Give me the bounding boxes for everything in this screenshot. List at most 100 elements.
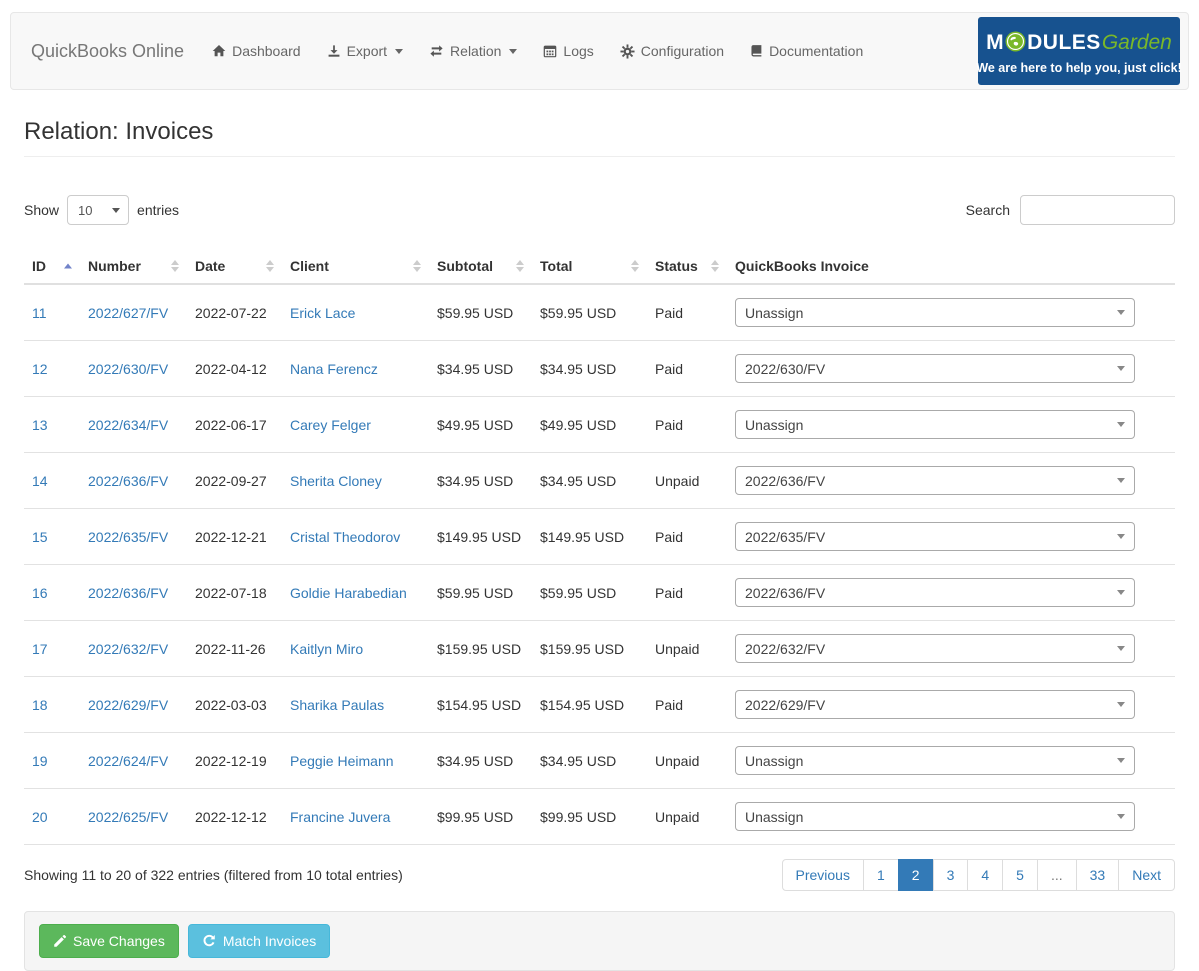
invoice-number-link[interactable]: 2022/627/FV [88,305,168,321]
invoice-status: Unpaid [647,620,727,677]
table-row: 14 2022/636/FV 2022-09-27 Sherita Cloney… [24,452,1175,509]
invoice-status: Unpaid [647,788,727,845]
invoice-id-link[interactable]: 20 [32,809,48,825]
invoice-id-link[interactable]: 14 [32,473,48,489]
nav-item-relation[interactable]: Relation [429,43,518,59]
chevron-down-icon [509,48,518,54]
invoice-id-link[interactable]: 19 [32,753,48,769]
client-link[interactable]: Erick Lace [290,305,355,321]
invoice-number-link[interactable]: 2022/636/FV [88,585,168,601]
quickbooks-invoice-select[interactable]: Unassign [735,802,1135,831]
quickbooks-invoice-select[interactable]: 2022/630/FV [735,354,1135,383]
quickbooks-invoice-select[interactable]: Unassign [735,410,1135,439]
invoice-date: 2022-12-19 [187,732,282,789]
banner-text: DULES [1027,30,1101,54]
invoice-id-link[interactable]: 11 [32,305,47,321]
column-header-number[interactable]: Number [80,249,187,285]
pagination-button-previous[interactable]: Previous [781,859,864,891]
client-link[interactable]: Nana Ferencz [290,361,378,377]
nav-item-documentation[interactable]: Documentation [750,43,863,59]
quickbooks-invoice-select[interactable]: 2022/636/FV [735,578,1135,607]
client-link[interactable]: Sherita Cloney [290,473,382,489]
invoice-subtotal: $159.95 USD [429,620,532,677]
show-label: Show [24,202,60,218]
search-input[interactable] [1020,195,1175,225]
invoice-total: $34.95 USD [532,732,647,789]
pagination-button-3[interactable]: 3 [932,859,969,891]
pagination-button-2[interactable]: 2 [897,859,934,891]
sort-asc-icon [64,263,72,269]
invoice-id-link[interactable]: 12 [32,361,48,377]
invoice-total: $34.95 USD [532,452,647,509]
nav-item-logs[interactable]: Logs [543,43,594,59]
column-header-client[interactable]: Client [282,249,429,285]
client-link[interactable]: Francine Juvera [290,809,390,825]
column-header-date[interactable]: Date [187,249,282,285]
nav-item-configuration[interactable]: Configuration [620,43,724,59]
client-link[interactable]: Kaitlyn Miro [290,641,363,657]
chevron-down-icon [1117,422,1125,427]
invoice-id-link[interactable]: 15 [32,529,48,545]
invoice-id-link[interactable]: 18 [32,697,48,713]
exchange-icon [429,44,444,58]
column-header-subtotal[interactable]: Subtotal [429,249,532,285]
invoice-id-link[interactable]: 13 [32,417,48,433]
save-changes-button[interactable]: Save Changes [39,924,179,958]
quickbooks-invoice-select[interactable]: 2022/629/FV [735,690,1135,719]
invoice-status: Paid [647,564,727,621]
app-brand[interactable]: QuickBooks Online [31,41,184,62]
invoice-subtotal: $34.95 USD [429,452,532,509]
pagination-button-4[interactable]: 4 [967,859,1004,891]
invoice-subtotal: $49.95 USD [429,396,532,453]
page-size-select[interactable]: 10 [67,195,130,225]
quickbooks-invoice-select[interactable]: Unassign [735,298,1135,327]
invoice-number-link[interactable]: 2022/635/FV [88,529,168,545]
match-invoices-button[interactable]: Match Invoices [187,924,331,958]
search-label: Search [965,202,1010,218]
invoice-number-link[interactable]: 2022/629/FV [88,697,168,713]
invoice-number-link[interactable]: 2022/636/FV [88,473,168,489]
page-title: Relation: Invoices [24,118,214,145]
quickbooks-invoice-select[interactable]: 2022/632/FV [735,634,1135,663]
column-header-status[interactable]: Status [647,249,727,285]
column-header-total[interactable]: Total [532,249,647,285]
client-link[interactable]: Carey Felger [290,417,371,433]
invoice-number-link[interactable]: 2022/625/FV [88,809,168,825]
table-controls: Show 10 entries Search [24,195,1175,225]
invoice-number-link[interactable]: 2022/634/FV [88,417,168,433]
table-header-row: ID Number Date Client Subtotal Total Sta… [24,249,1175,285]
client-link[interactable]: Peggie Heimann [290,753,394,769]
modulesgarden-banner[interactable]: M DULES Garden We are here to help you, … [976,17,1182,85]
invoice-number-link[interactable]: 2022/630/FV [88,361,168,377]
client-link[interactable]: Cristal Theodorov [290,529,400,545]
column-header-quickbooks-invoice: QuickBooks Invoice [727,249,1175,285]
chevron-down-icon [1117,478,1125,483]
invoice-total: $34.95 USD [532,340,647,397]
invoice-number-link[interactable]: 2022/624/FV [88,753,168,769]
invoice-subtotal: $154.95 USD [429,676,532,733]
match-invoices-label: Match Invoices [222,933,317,949]
pagination-ellipsis: ... [1036,859,1077,891]
pagination-button-33[interactable]: 33 [1075,859,1120,891]
chevron-down-icon [1117,814,1125,819]
pagination-button-5[interactable]: 5 [1002,859,1038,891]
nav-item-dashboard[interactable]: Dashboard [212,43,301,59]
invoice-id-link[interactable]: 17 [32,641,48,657]
quickbooks-invoice-select[interactable]: Unassign [735,746,1135,775]
invoice-number-link[interactable]: 2022/632/FV [88,641,168,657]
column-header-id[interactable]: ID [24,249,80,285]
invoice-date: 2022-12-21 [187,508,282,565]
invoice-total: $49.95 USD [532,396,647,453]
pagination-button-next[interactable]: Next [1118,859,1175,891]
quickbooks-invoice-select[interactable]: 2022/635/FV [735,522,1135,551]
nav-item-export[interactable]: Export [327,43,404,59]
invoice-id-link[interactable]: 16 [32,585,48,601]
pagination-button-1[interactable]: 1 [862,859,899,891]
quickbooks-invoice-select[interactable]: 2022/636/FV [735,466,1135,495]
table-row: 19 2022/624/FV 2022-12-19 Peggie Heimann… [24,732,1175,789]
client-link[interactable]: Goldie Harabedian [290,585,407,601]
globe-icon [1005,31,1026,54]
client-link[interactable]: Sharika Paulas [290,697,384,713]
chevron-down-icon [1117,590,1125,595]
nav-item-label: Export [346,43,388,59]
